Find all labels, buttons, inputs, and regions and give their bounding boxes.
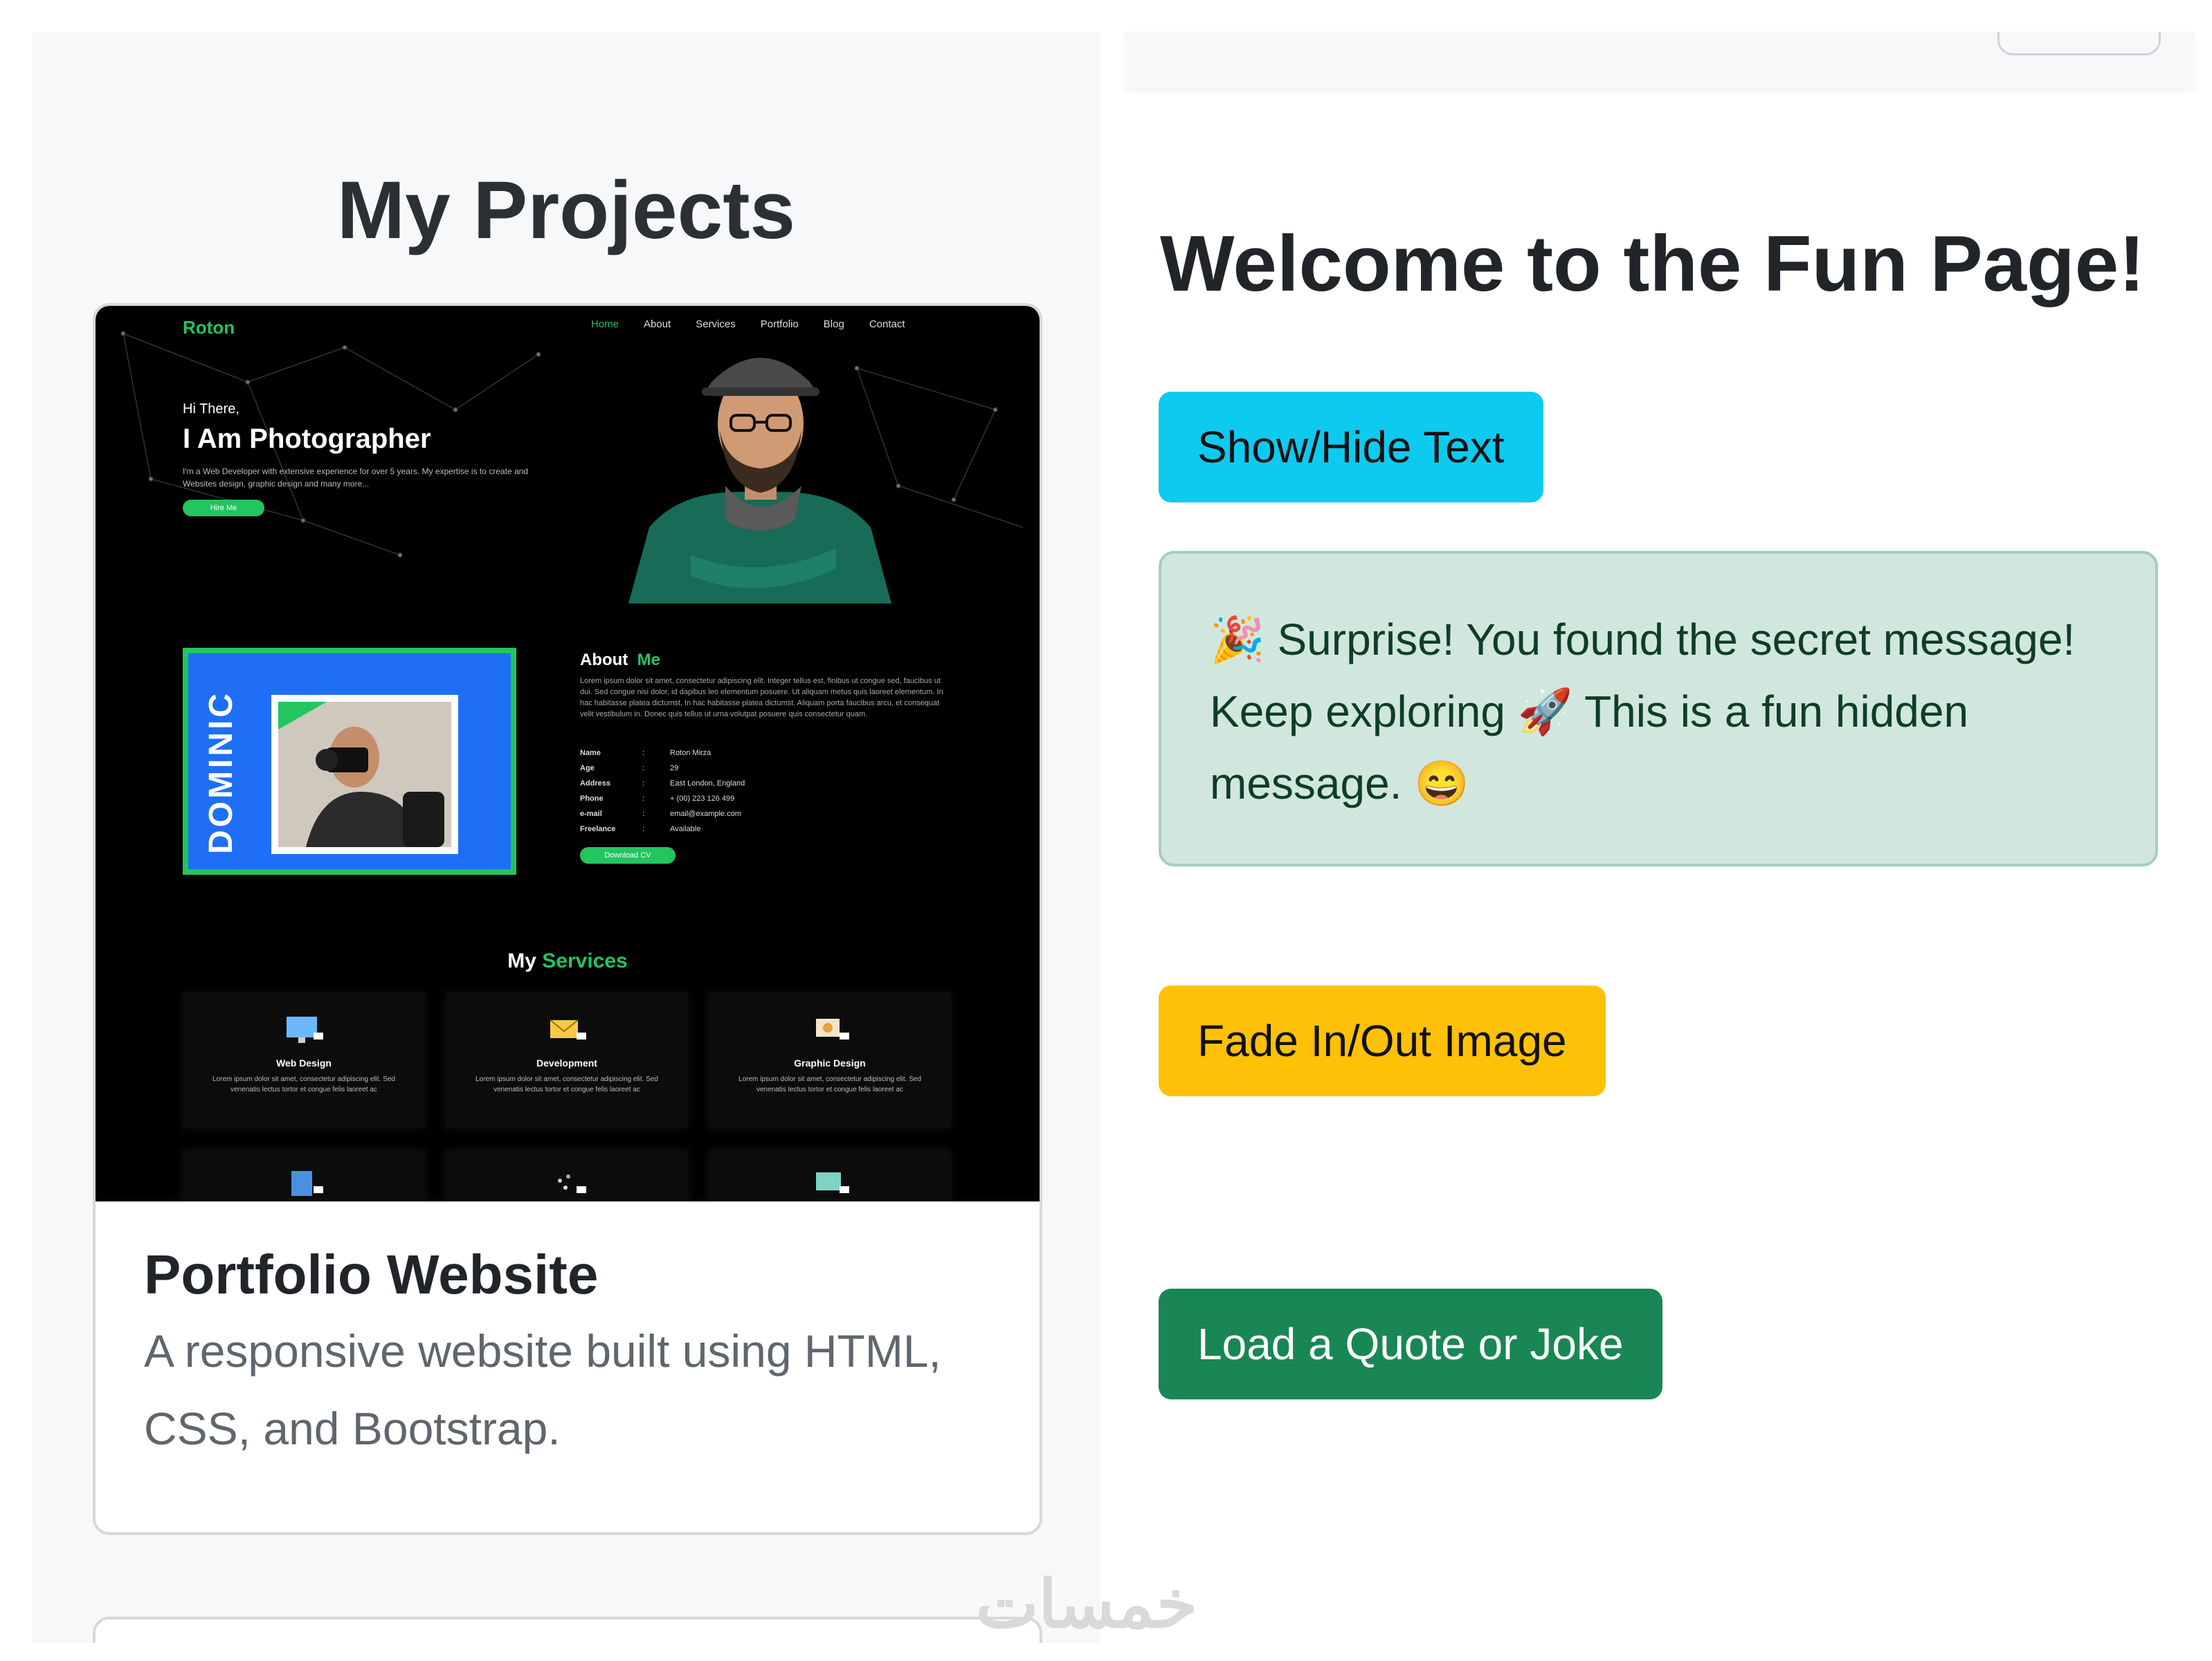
navbar xyxy=(1125,32,2194,87)
services-title-accent: Services xyxy=(542,950,628,972)
info-value: Roton Mirza xyxy=(670,749,711,757)
info-colon: : xyxy=(642,795,645,803)
preview-intro: I'm a Web Developer with extensive exper… xyxy=(183,466,528,489)
service-title: Development xyxy=(536,1058,597,1069)
load-quote-button[interactable]: Load a Quote or Joke xyxy=(1159,1289,1662,1399)
info-colon: : xyxy=(642,764,645,772)
service-text: Lorem ipsum dolor sit amet, consectetur … xyxy=(212,1075,395,1093)
project-card: Roton Home About Services Portfolio Blog… xyxy=(93,303,1042,1535)
service-title: Web Design xyxy=(276,1058,332,1069)
service-card-development: Development Lorem ipsum dolor sit amet, … xyxy=(446,992,688,1128)
about-image-frame: DOMINIC xyxy=(183,648,516,875)
monitor-icon xyxy=(287,1017,323,1043)
info-colon: : xyxy=(642,825,645,833)
next-project-card xyxy=(93,1617,1042,1643)
about-title-accent: Me xyxy=(637,651,660,669)
about-title-word: About xyxy=(580,651,628,669)
navbar-toggler-button[interactable] xyxy=(1997,32,2161,55)
design-tools-icon xyxy=(816,1019,849,1040)
info-key: Freelance xyxy=(580,825,616,833)
info-value: Available xyxy=(670,825,701,833)
project-description: A responsive website built using HTML, C… xyxy=(144,1325,941,1454)
info-key: Name xyxy=(580,749,601,757)
preview-about-title: About Me xyxy=(580,651,660,670)
info-key: e-mail xyxy=(580,810,602,818)
watermark-logo: خمسات xyxy=(976,1568,1198,1642)
secret-message-alert: 🎉 Surprise! You found the secret message… xyxy=(1159,551,2158,866)
service-card-graphic-design: Graphic Design Lorem ipsum dolor sit ame… xyxy=(709,992,951,1128)
service-card-partial xyxy=(709,1150,951,1201)
preview-brand: Roton xyxy=(183,317,235,338)
document-icon xyxy=(291,1171,323,1196)
service-card-partial xyxy=(183,1150,425,1201)
info-row: e-mail: email@example.com xyxy=(580,810,745,825)
info-row: Freelance: Available xyxy=(580,825,745,840)
service-title: Graphic Design xyxy=(794,1058,866,1069)
preview-info-list: Name: Roton Mirza Age: 29 Address: East Lon… xyxy=(580,749,745,840)
info-value: + (00) 223 126 499 xyxy=(670,795,735,803)
info-colon: : xyxy=(642,749,645,757)
preview-services-title: My Services xyxy=(96,950,1040,973)
camera-person-icon xyxy=(278,702,451,847)
secret-message-text: 🎉 Surprise! You found the secret message… xyxy=(1210,615,2076,808)
envelope-icon xyxy=(550,1019,586,1040)
preview-headline: I Am Photographer xyxy=(183,424,431,454)
services-title-word: My xyxy=(507,950,536,972)
service-card-partial xyxy=(446,1150,688,1201)
preview-dominic-label: DOMINIC xyxy=(203,691,239,854)
photographer-portrait xyxy=(628,358,891,603)
show-hide-text-button[interactable]: Show/Hide Text xyxy=(1159,392,1543,502)
preview-greeting: Hi There, xyxy=(183,401,239,417)
image-icon xyxy=(816,1172,849,1193)
info-row: Name: Roton Mirza xyxy=(580,749,745,764)
info-value: email@example.com xyxy=(670,810,741,818)
info-key: Age xyxy=(580,764,595,772)
info-colon: : xyxy=(642,779,645,788)
info-value: East London, England xyxy=(670,779,745,788)
info-colon: : xyxy=(642,810,645,818)
preview-download-cv-button: Download CV xyxy=(580,847,676,864)
info-row: Phone: + (00) 223 126 499 xyxy=(580,795,745,810)
projects-panel: My Projects Roton Home About Services Po… xyxy=(32,32,1100,1643)
info-value: 29 xyxy=(670,764,679,772)
fade-image-button[interactable]: Fade In/Out Image xyxy=(1159,986,1606,1096)
info-row: Age: 29 xyxy=(580,764,745,779)
preview-about-text: Lorem ipsum dolor sit amet, consectetur … xyxy=(580,677,943,718)
service-card-web-design: Web Design Lorem ipsum dolor sit amet, c… xyxy=(183,992,425,1128)
service-text: Lorem ipsum dolor sit amet, consectetur … xyxy=(738,1075,921,1093)
info-row: Address: East London, England xyxy=(580,779,745,795)
page-title: Welcome to the Fun Page! xyxy=(1160,220,2146,308)
service-text: Lorem ipsum dolor sit amet, consectetur … xyxy=(475,1075,658,1093)
project-preview-image: Roton Home About Services Portfolio Blog… xyxy=(96,306,1040,1201)
sparkle-icon xyxy=(558,1174,586,1193)
project-title: Portfolio Website xyxy=(144,1244,599,1305)
camera-photo xyxy=(271,695,458,854)
info-key: Phone xyxy=(580,795,604,803)
preview-hire-button: Hire Me xyxy=(183,500,264,516)
projects-heading: My Projects xyxy=(336,165,796,256)
info-key: Address xyxy=(580,779,611,788)
